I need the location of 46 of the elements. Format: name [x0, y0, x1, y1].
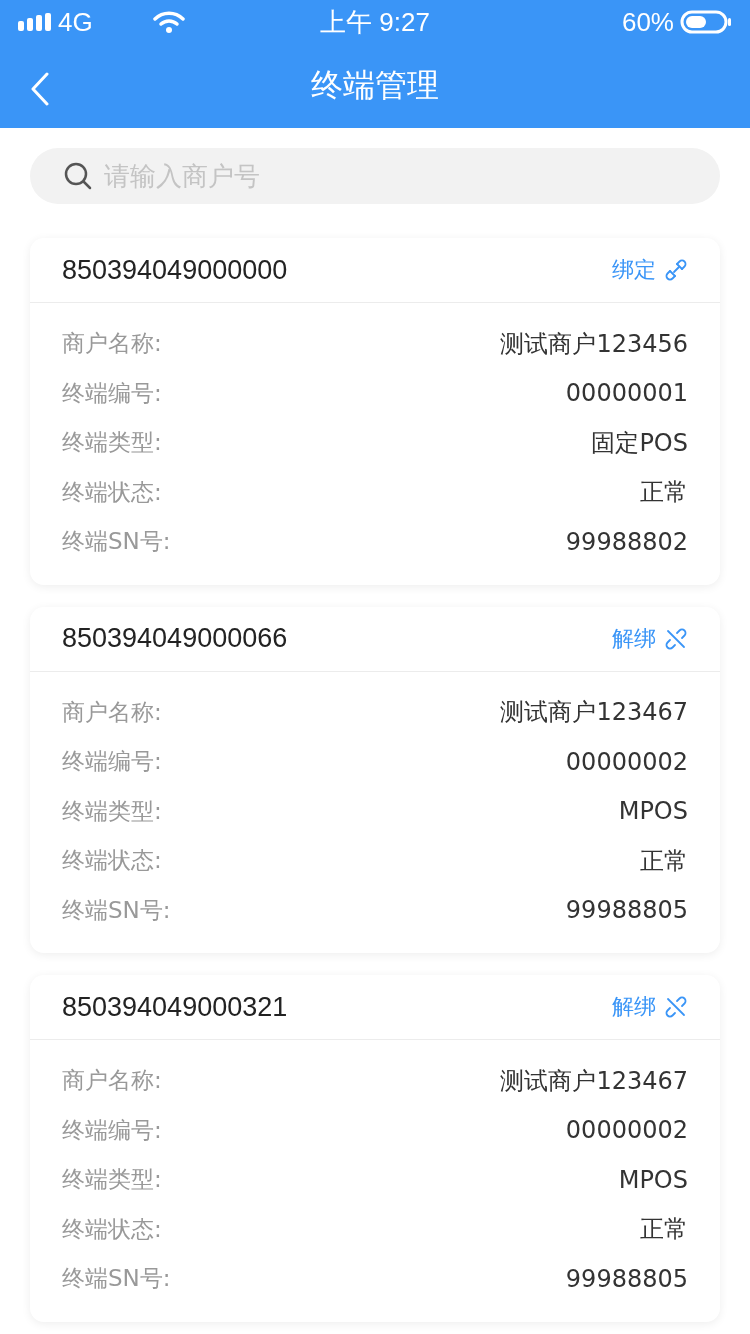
field-value: 99988805 — [565, 1264, 688, 1293]
broken-link-icon — [664, 995, 688, 1019]
field-label: 终端编号: — [62, 378, 162, 408]
battery-icon — [680, 10, 732, 34]
field-label: 终端状态: — [62, 1214, 162, 1244]
field-value: MPOS — [618, 797, 688, 826]
field-label: 终端类型: — [62, 428, 162, 458]
field-value: 00000002 — [565, 747, 688, 776]
field-label: 终端类型: — [62, 796, 162, 826]
field-label: 终端SN号: — [62, 527, 171, 557]
merchant-number: 850394049000066 — [62, 623, 288, 654]
broken-link-icon — [664, 626, 688, 651]
field-label: 终端SN号: — [62, 895, 171, 925]
field-label: 终端SN号: — [62, 1264, 171, 1294]
field-label: 商户名称: — [62, 329, 162, 359]
field-value: MPOS — [618, 1165, 688, 1194]
field-value: 测试商户123467 — [500, 697, 688, 729]
field-label: 终端状态: — [62, 477, 162, 507]
field-label: 终端编号: — [62, 747, 162, 777]
field-value: 测试商户123467 — [500, 1065, 688, 1097]
field-value: 正常 — [640, 845, 688, 877]
field-value: 正常 — [640, 477, 688, 509]
battery-percentage: 60% — [621, 6, 674, 38]
field-value: 固定POS — [591, 427, 688, 459]
field-value: 00000001 — [565, 379, 688, 408]
field-value: 99988802 — [565, 527, 688, 556]
field-label: 终端类型: — [62, 1165, 162, 1195]
merchant-number: 850394049000000 — [62, 254, 288, 286]
field-value: 测试商户123456 — [500, 328, 688, 360]
wifi-icon — [152, 11, 185, 33]
link-icon — [664, 258, 688, 282]
page-title: 终端管理 — [311, 65, 439, 106]
signal-icon — [18, 13, 52, 31]
field-label: 终端状态: — [62, 846, 162, 876]
merchant-number: 850394049000321 — [62, 991, 288, 1023]
network-type: 4G — [58, 6, 93, 38]
unbind-button[interactable]: 解绑 — [612, 623, 688, 654]
field-value: 正常 — [640, 1214, 688, 1246]
unbind-button[interactable]: 解绑 — [612, 992, 688, 1022]
status-time: 上午 9:27 — [320, 5, 430, 39]
field-label: 终端编号: — [62, 1115, 162, 1145]
field-value: 99988805 — [565, 896, 688, 925]
field-label: 商户名称: — [62, 697, 162, 727]
bind-button[interactable]: 绑定 — [612, 255, 688, 285]
field-label: 商户名称: — [62, 1066, 162, 1096]
field-value: 00000002 — [565, 1116, 688, 1145]
